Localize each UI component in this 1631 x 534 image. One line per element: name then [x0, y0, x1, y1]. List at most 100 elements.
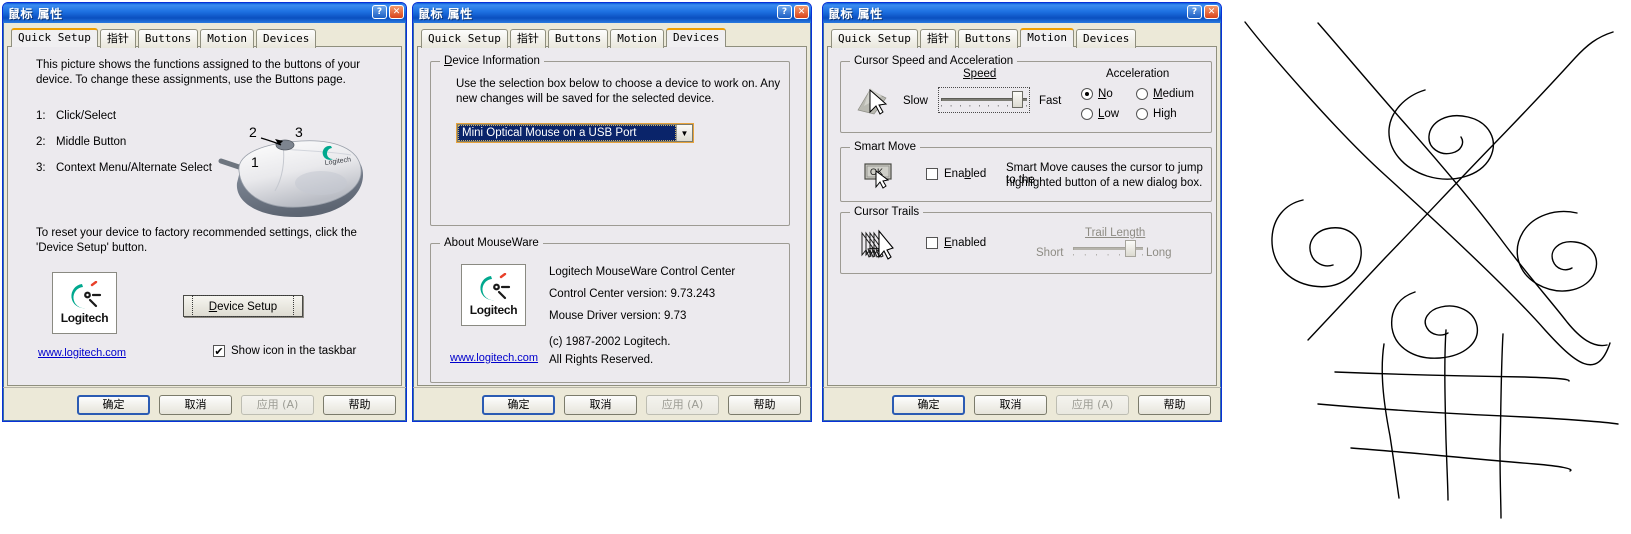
window-devices[interactable]: 鼠标 属性 ? ✕ Quick Setup 指针 Buttons Motion …	[412, 2, 812, 422]
cancel-button[interactable]: 取消	[564, 394, 637, 415]
window-quick-setup[interactable]: 鼠标 属性 ? ✕ Quick Setup 指针 Buttons Motion …	[2, 2, 407, 422]
speed-min-label: Slow	[903, 95, 928, 107]
help-button-icon[interactable]: ?	[372, 5, 387, 19]
window-body: Quick Setup 指针 Buttons Motion Devices De…	[413, 23, 811, 421]
help-button-icon[interactable]: ?	[1187, 5, 1202, 19]
show-taskbar-icon-label: Show icon in the taskbar	[231, 345, 357, 357]
apply-button: 应用 (A)	[241, 394, 314, 415]
cursor-trails-enabled-checkbox[interactable]: Enabled	[926, 237, 986, 249]
group-smart-move: Smart Move OK Enabled Smart Move	[840, 141, 1212, 202]
trail-length-slider: ' ' ' ' ' ' '	[1073, 239, 1143, 265]
panel-motion: Cursor Speed and Acceleration Speed Slow…	[827, 46, 1217, 386]
logitech-logo: Logitech	[52, 272, 117, 334]
logitech-website-link[interactable]: www.logitech.com	[450, 352, 538, 364]
x-stroke-1	[1244, 21, 1611, 366]
tab-quick-setup[interactable]: Quick Setup	[11, 28, 98, 47]
chevron-down-icon[interactable]: ▼	[676, 125, 692, 141]
speed-slider[interactable]: ' ' ' ' ' ' ' ' ' '	[938, 87, 1030, 113]
tab-motion[interactable]: Motion	[610, 29, 664, 48]
device-select-combobox[interactable]: Mini Optical Mouse on a USB Port ▼	[457, 124, 693, 142]
radio-medium[interactable]	[1136, 88, 1148, 100]
close-button-icon[interactable]: ✕	[389, 5, 404, 19]
tab-quick-setup[interactable]: Quick Setup	[421, 29, 508, 48]
help-button[interactable]: 帮助	[728, 394, 801, 415]
accel-option-no[interactable]: No	[1081, 88, 1113, 100]
svg-text:1: 1	[251, 154, 259, 170]
mouse-illustration: Logitech 2 3 1	[213, 105, 373, 225]
accel-option-high[interactable]: High	[1136, 108, 1177, 120]
close-button-icon[interactable]: ✕	[794, 5, 809, 19]
close-button-icon[interactable]: ✕	[1204, 5, 1219, 19]
accel-option-no-label: No	[1098, 88, 1113, 100]
titlebar[interactable]: 鼠标 属性 ? ✕	[823, 3, 1221, 23]
accel-option-low-label: Low	[1098, 108, 1120, 120]
spiral-right	[1516, 210, 1598, 292]
panel-devices: Device Information Use the selection box…	[417, 46, 807, 386]
help-button[interactable]: 帮助	[323, 394, 396, 415]
group-smart-move-title: Smart Move	[850, 141, 920, 153]
tab-motion[interactable]: Motion	[200, 29, 254, 48]
cancel-button[interactable]: 取消	[159, 394, 232, 415]
window-motion[interactable]: 鼠标 属性 ? ✕ Quick Setup 指针 Buttons Motion …	[822, 2, 1222, 422]
grid-h-1	[1334, 371, 1570, 382]
checkbox-box[interactable]: ✔	[213, 345, 225, 357]
svg-text:3: 3	[295, 124, 303, 140]
titlebar-buttons: ? ✕	[1187, 5, 1219, 19]
ok-button[interactable]: 确定	[482, 394, 555, 415]
logitech-mark-icon	[479, 273, 510, 301]
about-line-2: Control Center version: 9.73.243	[549, 288, 716, 300]
tab-buttons[interactable]: Buttons	[547, 29, 609, 48]
apply-button: 应用 (A)	[646, 394, 719, 415]
device-select-value: Mini Optical Mouse on a USB Port	[458, 125, 676, 141]
logitech-mark-icon	[70, 281, 101, 309]
cancel-button[interactable]: 取消	[974, 394, 1047, 415]
function-item-1-number: 1:	[36, 110, 46, 122]
dialog-buttons: 确定 取消 应用 (A) 帮助	[413, 387, 811, 421]
window-title: 鼠标 属性	[828, 6, 883, 21]
tabstrip: Quick Setup 指针 Buttons Motion Devices	[7, 27, 402, 48]
checkbox-box[interactable]	[926, 237, 938, 249]
tab-pointers[interactable]: 指针	[99, 29, 136, 48]
smart-move-enabled-checkbox[interactable]: Enabled	[926, 168, 986, 180]
group-about-mouseware: About MouseWare Logitech Logitech MouseW…	[430, 237, 790, 383]
group-cursor-speed-title: Cursor Speed and Acceleration	[850, 55, 1018, 67]
titlebar[interactable]: 鼠标 属性 ? ✕	[413, 3, 811, 23]
logitech-website-link[interactable]: www.logitech.com	[38, 347, 126, 359]
tab-quick-setup[interactable]: Quick Setup	[831, 29, 918, 48]
dialog-buttons: 确定 取消 应用 (A) 帮助	[823, 387, 1221, 421]
ink-drawing-canvas[interactable]	[1225, 0, 1631, 534]
x-diagonal-up	[1307, 31, 1614, 341]
checkbox-box[interactable]	[926, 168, 938, 180]
help-button[interactable]: 帮助	[1138, 394, 1211, 415]
ok-button[interactable]: 确定	[892, 394, 965, 415]
radio-high[interactable]	[1136, 108, 1148, 120]
show-taskbar-icon-checkbox[interactable]: ✔ Show icon in the taskbar	[213, 345, 356, 357]
intro-text-line1: This picture shows the functions assigne…	[36, 59, 361, 71]
speed-slider-thumb[interactable]	[1012, 91, 1023, 108]
titlebar[interactable]: 鼠标 属性 ? ✕	[3, 3, 406, 23]
cursor-speed-icon	[856, 84, 892, 123]
grid-h-2	[1317, 403, 1619, 425]
tab-buttons[interactable]: Buttons	[957, 29, 1019, 48]
tabstrip: Quick Setup 指针 Buttons Motion Devices	[417, 27, 807, 48]
tab-devices[interactable]: Devices	[665, 28, 727, 47]
radio-no[interactable]	[1081, 88, 1093, 100]
group-cursor-trails-title: Cursor Trails	[850, 206, 924, 218]
radio-low[interactable]	[1081, 108, 1093, 120]
ok-button[interactable]: 确定	[77, 394, 150, 415]
spiral-left	[1271, 199, 1362, 288]
tab-pointers[interactable]: 指针	[919, 29, 956, 48]
tab-buttons[interactable]: Buttons	[137, 29, 199, 48]
tab-devices[interactable]: Devices	[255, 29, 317, 48]
help-button-icon[interactable]: ?	[777, 5, 792, 19]
spiral-bottom	[1390, 291, 1478, 359]
tab-motion[interactable]: Motion	[1020, 28, 1074, 47]
tab-pointers[interactable]: 指针	[509, 29, 546, 48]
grid-v-3	[1499, 333, 1504, 519]
device-setup-button[interactable]: Device Setup	[183, 295, 303, 317]
accel-option-low[interactable]: Low	[1081, 108, 1119, 120]
group-cursor-trails: Cursor Trails Enabled Trail Length Short…	[840, 206, 1212, 274]
dialog-buttons: 确定 取消 应用 (A) 帮助	[3, 387, 406, 421]
accel-option-medium[interactable]: Medium	[1136, 88, 1194, 100]
tab-devices[interactable]: Devices	[1075, 29, 1137, 48]
